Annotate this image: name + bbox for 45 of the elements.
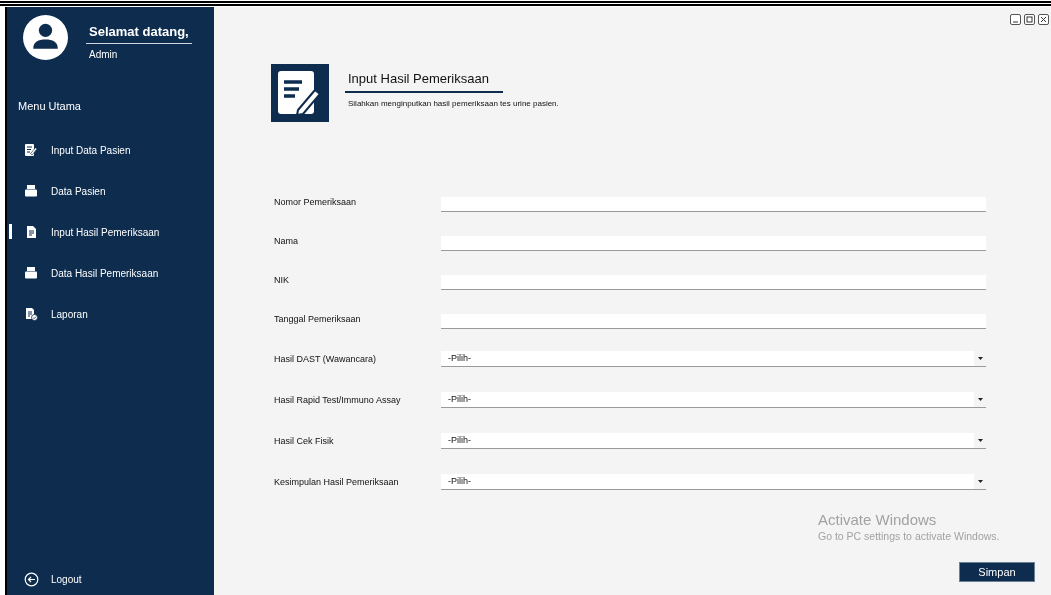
close-icon[interactable] — [1038, 14, 1049, 25]
activation-message: Go to PC settings to activate Windows. — [818, 530, 1000, 542]
field-label: Hasil Rapid Test/Immuno Assay — [274, 393, 402, 407]
field-label: Tanggal Pemeriksaan — [274, 312, 362, 326]
field-label: Hasil DAST (Wawancara) — [274, 352, 378, 366]
page-subtitle: Silahkan menginputkan hasil pemeriksaan tes urine pasien. — [348, 99, 559, 108]
dropdown[interactable]: -Pilih- — [441, 350, 986, 367]
menu-item[interactable]: Data Pasien — [7, 180, 214, 202]
menu-item[interactable]: Laporan — [7, 303, 214, 325]
caret-icon — [977, 356, 983, 360]
dropdown[interactable]: -Pilih- — [441, 432, 986, 449]
caret-icon — [977, 397, 983, 401]
document-edit-icon — [271, 64, 329, 122]
maximize-icon[interactable] — [1024, 14, 1035, 25]
field-label: NIK — [274, 273, 290, 287]
input-field[interactable] — [441, 275, 986, 290]
caret-icon — [977, 479, 983, 483]
printer-icon — [24, 184, 38, 198]
logout-link[interactable]: Logout — [51, 574, 82, 585]
input-field[interactable] — [441, 314, 986, 329]
input-field[interactable] — [441, 197, 986, 212]
caret-icon — [977, 438, 983, 442]
menu-item[interactable]: Data Hasil Pemeriksaan — [7, 262, 214, 284]
menu-item[interactable]: Input Data Pasien — [7, 139, 214, 161]
greeting-text: Selamat datang, — [86, 24, 192, 44]
input-field[interactable] — [441, 236, 986, 251]
avatar-icon — [23, 15, 68, 60]
edit-icon — [24, 143, 38, 157]
field-label: Nama — [274, 234, 299, 248]
dropdown[interactable]: -Pilih- — [441, 473, 986, 490]
user-name: Admin — [89, 49, 119, 60]
menu-heading: Menu Utama — [18, 100, 82, 112]
activation-title: Activate Windows — [818, 511, 938, 528]
dropdown[interactable]: -Pilih- — [441, 391, 986, 408]
minimize-icon[interactable] — [1010, 14, 1021, 25]
field-label: Nomor Pemeriksaan — [274, 195, 358, 209]
page-title: Input Hasil Pemeriksaan — [345, 71, 503, 93]
logout-icon[interactable] — [24, 572, 39, 587]
printer-icon — [24, 266, 38, 280]
field-label: Kesimpulan Hasil Pemeriksaan — [274, 475, 400, 489]
document-icon — [24, 225, 38, 239]
menu-item[interactable]: Input Hasil Pemeriksaan — [7, 221, 214, 243]
field-label: Hasil Cek Fisik — [274, 434, 335, 448]
save-button[interactable]: Simpan — [959, 562, 1035, 582]
report-icon — [24, 307, 38, 321]
